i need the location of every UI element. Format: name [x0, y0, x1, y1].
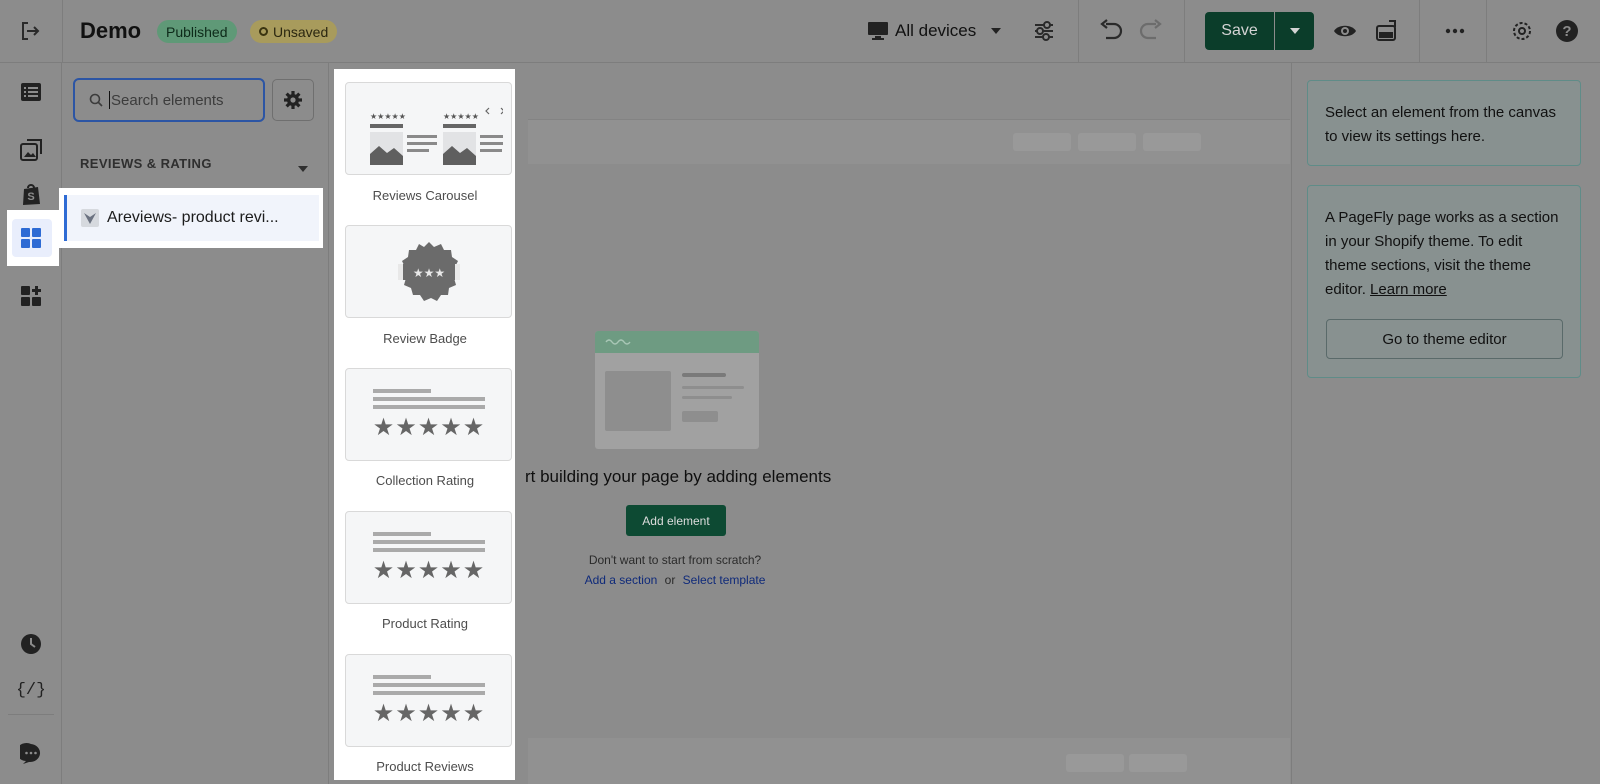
- svg-text:★★★★★: ★★★★★: [372, 556, 485, 584]
- exit-icon[interactable]: [17, 18, 43, 44]
- learn-more-link[interactable]: Learn more: [1370, 281, 1447, 298]
- go-to-theme-editor-button[interactable]: Go to theme editor: [1326, 319, 1563, 359]
- product-rating-tile[interactable]: ★★★★★: [345, 511, 512, 604]
- areviews-app-icon: [81, 209, 99, 227]
- unsaved-dot-icon: [259, 27, 268, 36]
- add-apps-icon[interactable]: [15, 280, 47, 312]
- panel-settings-button[interactable]: [272, 79, 314, 121]
- reviews-carousel-icon: ★★★★★ ★★★★★: [369, 107, 503, 165]
- search-icon: [89, 93, 103, 107]
- preview-eye-icon[interactable]: [1331, 18, 1359, 44]
- page-outline-icon[interactable]: [15, 76, 47, 108]
- unsaved-label: Unsaved: [273, 23, 329, 40]
- or-text: or: [664, 573, 676, 587]
- add-element-button[interactable]: Add element: [626, 505, 726, 536]
- svg-text:★★★★★: ★★★★★: [372, 413, 485, 441]
- review-badge-label: Review Badge: [383, 331, 467, 346]
- monitor-icon: [868, 22, 888, 40]
- help-icon[interactable]: ?: [1552, 17, 1582, 45]
- history-clock-icon[interactable]: [15, 628, 47, 660]
- review-badge-icon: ★★★: [397, 241, 460, 301]
- text-cursor: [109, 91, 110, 109]
- search-placeholder: Search elements: [111, 91, 224, 109]
- device-selector-label: All devices: [895, 21, 977, 40]
- no-scratch-text: Don't want to start from scratch?: [588, 553, 762, 567]
- redo-icon[interactable]: [1136, 17, 1166, 45]
- shopify-icon[interactable]: S: [15, 178, 47, 210]
- sidebar-item-label: Areviews- product revi...: [107, 209, 279, 226]
- canvas-alt-links: Add a section or Select template: [560, 573, 790, 587]
- product-reviews-label: Product Reviews: [376, 759, 474, 774]
- svg-text:★★★: ★★★: [412, 266, 444, 280]
- elements-panel: [62, 63, 329, 784]
- published-badge: Published: [157, 20, 237, 43]
- elements-grid-icon[interactable]: [15, 222, 47, 254]
- reviews-carousel-label: Reviews Carousel: [372, 188, 478, 203]
- select-template-link[interactable]: Select template: [683, 573, 766, 587]
- svg-text:S: S: [27, 191, 34, 203]
- sliders-icon[interactable]: [1031, 18, 1057, 44]
- settings-panel: [1291, 63, 1600, 784]
- review-badge-tile[interactable]: ★★★: [345, 225, 512, 318]
- publish-icon[interactable]: [1372, 18, 1400, 44]
- illustration-header: [595, 331, 759, 353]
- rail-divider: [8, 714, 54, 715]
- product-rating-icon: ★★★★★: [372, 531, 485, 584]
- collection-rating-label: Collection Rating: [375, 473, 475, 488]
- page-title: Demo: [80, 18, 142, 43]
- svg-text:★★★★★: ★★★★★: [372, 699, 485, 727]
- search-input[interactable]: Search elements: [73, 78, 265, 122]
- collection-rating-icon: ★★★★★: [372, 388, 485, 441]
- svg-text:★★★★★: ★★★★★: [443, 112, 479, 121]
- select-element-info: Select an element from the canvas to vie…: [1307, 80, 1581, 166]
- sidebar-item-areviews[interactable]: Areviews- product revi...: [64, 195, 319, 241]
- collection-rating-tile[interactable]: ★★★★★: [345, 368, 512, 461]
- more-icon[interactable]: [1440, 18, 1470, 44]
- empty-canvas-title: rt building your page by adding elements: [525, 467, 832, 486]
- collapse-caret-icon[interactable]: [297, 160, 309, 178]
- chat-icon[interactable]: [15, 738, 47, 770]
- chevron-down-icon: [991, 28, 1002, 34]
- reviews-carousel-tile[interactable]: ★★★★★ ★★★★★: [345, 82, 512, 175]
- svg-text:{/}: {/}: [18, 681, 44, 699]
- canvas-nav-band: [528, 120, 1290, 164]
- save-dropdown-button[interactable]: [1275, 12, 1314, 50]
- unsaved-badge: Unsaved: [250, 20, 338, 43]
- undo-icon[interactable]: [1096, 17, 1126, 45]
- add-section-link[interactable]: Add a section: [585, 573, 658, 587]
- media-icon[interactable]: [15, 134, 47, 166]
- svg-text:?: ?: [1562, 23, 1571, 40]
- product-reviews-tile[interactable]: ★★★★★: [345, 654, 512, 747]
- product-rating-label: Product Rating: [382, 616, 468, 631]
- svg-text:★★★★★: ★★★★★: [370, 112, 406, 121]
- device-selector[interactable]: All devices: [867, 18, 1004, 44]
- canvas-header: [528, 63, 1290, 120]
- canvas-footer-band: [528, 738, 1290, 784]
- chevron-down-icon: [1289, 28, 1300, 34]
- save-button[interactable]: Save: [1205, 12, 1274, 50]
- product-reviews-icon: ★★★★★: [372, 674, 485, 727]
- section-header[interactable]: REVIEWS & RATING: [80, 156, 212, 171]
- gear-icon: [284, 91, 302, 109]
- settings-gear-icon[interactable]: [1508, 18, 1536, 44]
- code-icon[interactable]: {/}: [15, 672, 47, 704]
- top-bar: Demo Published Unsaved All devices Save …: [0, 0, 1600, 63]
